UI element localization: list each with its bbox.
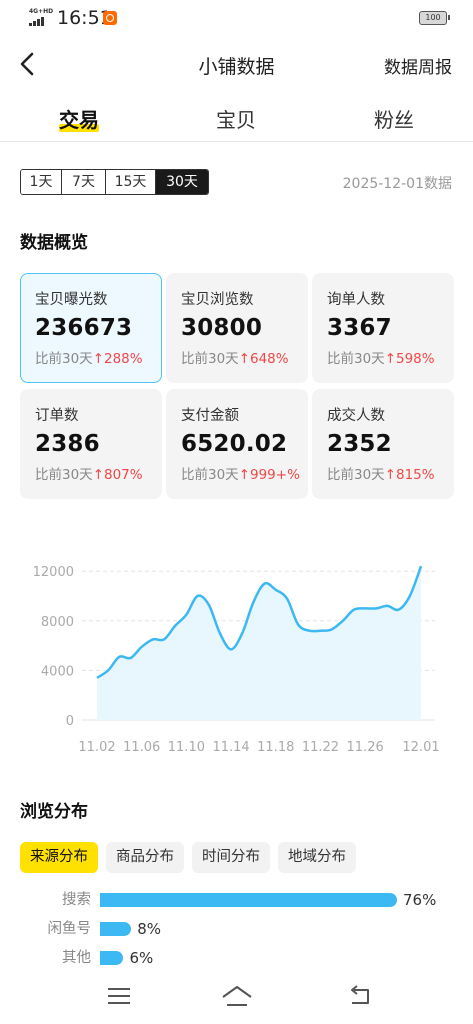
distribution-tabs: 来源分布 商品分布 时间分布 地域分布 — [20, 842, 356, 873]
tab-item-distribution[interactable]: 商品分布 — [106, 842, 184, 873]
data-date: 2025-12-01数据 — [342, 176, 452, 192]
change-up: ↑598% — [384, 351, 435, 367]
metric-value: 2386 — [35, 431, 100, 457]
nav-bar: 小铺数据 数据周报 — [0, 44, 473, 84]
metric-card-payment[interactable]: 支付金额 6520.02 比前30天↑999+% — [166, 389, 308, 499]
system-nav-bar — [0, 976, 473, 1024]
metric-value: 30800 — [181, 315, 263, 341]
tab-source-distribution[interactable]: 来源分布 — [20, 842, 98, 873]
distribution-label: 闲鱼号 — [47, 921, 92, 937]
tab-trade[interactable]: 交易 — [34, 104, 124, 133]
distribution-bar — [100, 922, 132, 936]
period-selector: 1天 7天 15天 30天 — [20, 169, 209, 195]
distribution-bar — [100, 951, 124, 965]
trend-chart: 0 4000 8000 12000 11.02 11.06 11.10 11.14 11.18 1… — [33, 565, 440, 755]
overview-title: 数据概览 — [20, 233, 88, 253]
metric-card-orders[interactable]: 订单数 2386 比前30天↑807% — [20, 389, 162, 499]
metric-compare: 比前30天↑999+% — [181, 467, 300, 483]
x-tick-label: 11.18 — [257, 740, 294, 755]
y-tick-label: 8000 — [41, 615, 74, 630]
x-tick-label: 11.14 — [212, 740, 249, 755]
distribution-row-xianyu: 闲鱼号 8% — [0, 919, 473, 939]
metric-value: 2352 — [327, 431, 392, 457]
distribution-value: 6% — [129, 949, 154, 967]
status-bar: 4G+HD 16:51 100 — [0, 0, 473, 36]
metric-label: 支付金额 — [181, 408, 239, 424]
tab-time-distribution[interactable]: 时间分布 — [192, 842, 270, 873]
metric-label: 成交人数 — [327, 408, 385, 424]
battery-icon: 100 — [419, 11, 450, 25]
period-15d-button[interactable]: 15天 — [106, 170, 156, 194]
metric-compare: 比前30天↑598% — [327, 351, 435, 367]
metric-compare: 比前30天↑288% — [35, 351, 143, 367]
distribution-value: 8% — [137, 920, 162, 938]
metric-label: 宝贝浏览数 — [181, 292, 254, 308]
change-up: ↑807% — [92, 467, 143, 483]
x-tick-label: 11.22 — [302, 740, 339, 755]
back-arrow-icon[interactable] — [17, 50, 41, 78]
menu-icon[interactable] — [104, 984, 134, 1008]
change-up: ↑288% — [92, 351, 143, 367]
metric-compare: 比前30天↑648% — [181, 351, 289, 367]
metric-card-buyers[interactable]: 成交人数 2352 比前30天↑815% — [312, 389, 454, 499]
app-notification-icon — [103, 11, 117, 25]
x-tick-label: 11.26 — [347, 740, 384, 755]
metric-label: 宝贝曝光数 — [35, 292, 108, 308]
x-tick-label: 12.01 — [402, 740, 439, 755]
back-icon[interactable] — [346, 984, 376, 1008]
period-1d-button[interactable]: 1天 — [21, 170, 62, 194]
tab-fans[interactable]: 粉丝 — [349, 104, 439, 133]
metric-card-inquiries[interactable]: 询单人数 3367 比前30天↑598% — [312, 273, 454, 383]
signal-icon: 4G+HD — [29, 8, 53, 26]
change-up: ↑815% — [384, 467, 435, 483]
home-icon[interactable] — [220, 984, 254, 1008]
period-7d-button[interactable]: 7天 — [62, 170, 106, 194]
metric-card-views[interactable]: 宝贝浏览数 30800 比前30天↑648% — [166, 273, 308, 383]
distribution-label: 其他 — [62, 950, 91, 966]
x-tick-label: 11.10 — [168, 740, 205, 755]
tab-items[interactable]: 宝贝 — [191, 104, 281, 133]
metric-compare: 比前30天↑807% — [35, 467, 143, 483]
distribution-label: 搜索 — [62, 892, 91, 908]
tab-label: 宝贝 — [216, 108, 256, 132]
distribution-title: 浏览分布 — [20, 802, 88, 822]
metric-value: 236673 — [35, 315, 133, 341]
weekly-report-link[interactable]: 数据周报 — [384, 53, 452, 78]
y-tick-label: 4000 — [41, 664, 74, 679]
top-tabs: 交易 宝贝 粉丝 — [0, 98, 473, 142]
metric-card-exposure[interactable]: 宝贝曝光数 236673 比前30天↑288% — [20, 273, 162, 383]
y-tick-label: 12000 — [33, 565, 74, 580]
period-30d-button[interactable]: 30天 — [156, 170, 208, 194]
change-up: ↑648% — [238, 351, 289, 367]
metric-value: 6520.02 — [181, 431, 288, 457]
distribution-value: 76% — [403, 891, 437, 909]
tab-region-distribution[interactable]: 地域分布 — [278, 842, 356, 873]
change-up: ↑999+% — [238, 467, 300, 483]
metric-label: 询单人数 — [327, 292, 385, 308]
distribution-row-search: 搜索 76% — [0, 890, 473, 910]
distribution-row-other: 其他 6% — [0, 948, 473, 968]
metric-label: 订单数 — [35, 408, 79, 424]
tab-label: 交易 — [59, 104, 99, 133]
x-tick-label: 11.06 — [123, 740, 160, 755]
network-type: 4G+HD — [29, 8, 54, 15]
x-tick-label: 11.02 — [78, 740, 115, 755]
tab-label: 粉丝 — [374, 108, 414, 132]
y-tick-label: 0 — [66, 714, 74, 729]
distribution-bar — [100, 893, 397, 907]
metric-compare: 比前30天↑815% — [327, 467, 435, 483]
metric-value: 3367 — [327, 315, 392, 341]
